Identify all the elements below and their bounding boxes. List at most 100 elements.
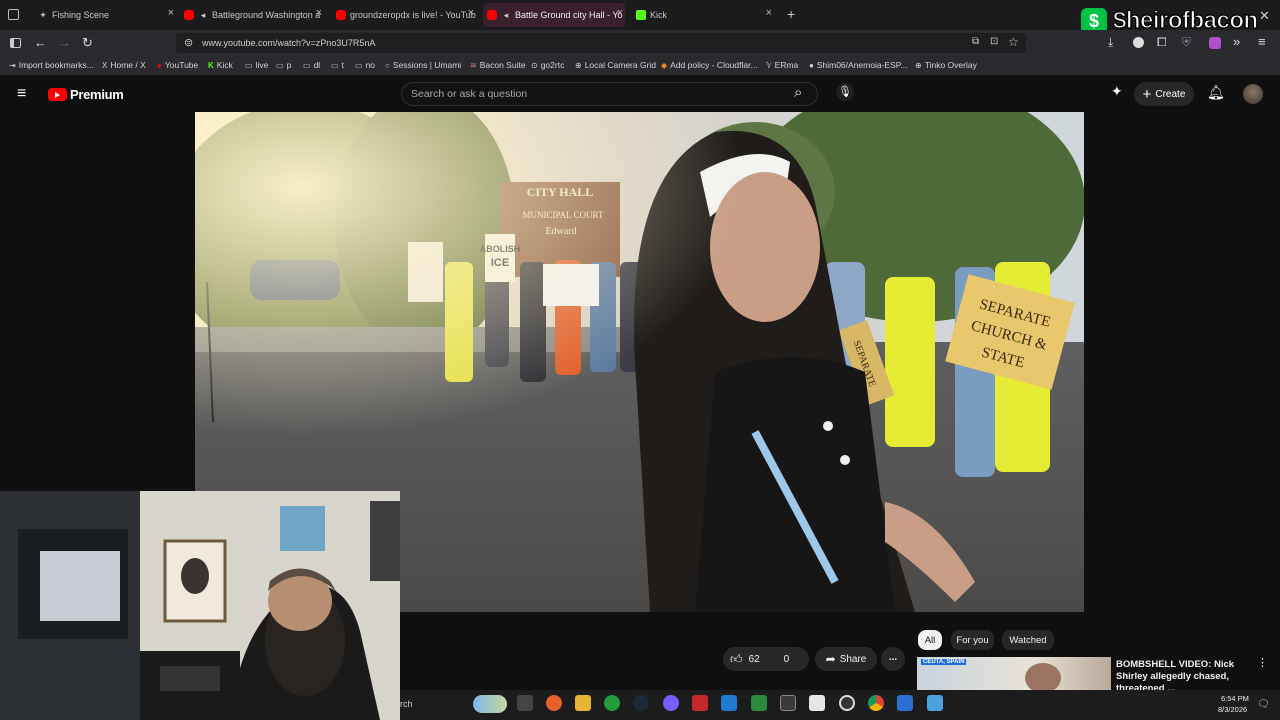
like-count: 62 bbox=[748, 653, 760, 665]
app-badge-icon[interactable] bbox=[897, 695, 913, 711]
obs-badge-icon[interactable] bbox=[692, 695, 708, 711]
share-button[interactable]: ➦ Share bbox=[815, 647, 877, 671]
taskbar-search-text[interactable]: rch bbox=[400, 699, 413, 709]
bookmark-folder-p[interactable]: ▭ p bbox=[276, 60, 291, 70]
profile-icon[interactable] bbox=[1209, 37, 1221, 49]
docs-icon[interactable] bbox=[927, 695, 943, 711]
vscode-icon[interactable] bbox=[721, 695, 737, 711]
share-arrow-icon: ➦ bbox=[825, 652, 836, 666]
search-icon[interactable]: ⌕ bbox=[794, 84, 802, 101]
xbox-icon[interactable] bbox=[604, 695, 620, 711]
close-tab-icon[interactable]: × bbox=[617, 7, 623, 19]
bookmark-cloudflare[interactable]: ◆ Add policy - Cloudflar... bbox=[661, 60, 758, 70]
bookmark-folder-no[interactable]: ▭ no bbox=[355, 60, 375, 70]
tab-overview-icon[interactable] bbox=[8, 9, 19, 20]
search-highlight-icon[interactable] bbox=[473, 695, 507, 713]
chip-watched[interactable]: Watched bbox=[1002, 630, 1054, 650]
chrome-icon[interactable] bbox=[868, 695, 884, 711]
import-icon: ⇥ bbox=[9, 60, 16, 70]
youtube-logo[interactable]: Premium bbox=[48, 87, 124, 102]
tab-battle-ground-city-hall[interactable]: ◂ Battle Ground city Hall - Yo × bbox=[483, 3, 625, 27]
close-tab-icon[interactable]: × bbox=[168, 7, 174, 19]
bookmark-folder-t[interactable]: ▭ t bbox=[331, 60, 344, 70]
search-input[interactable]: Search or ask a question ⌕ bbox=[401, 82, 818, 106]
task-view-icon[interactable] bbox=[517, 695, 533, 711]
notification-center-icon[interactable]: 🗨︎ bbox=[1257, 699, 1270, 710]
ai-sparkle-icon: ✦ bbox=[39, 10, 47, 20]
chip-all[interactable]: All bbox=[918, 630, 942, 650]
bookmark-star-icon[interactable]: ☆ bbox=[1008, 35, 1019, 49]
screenshot-icon[interactable]: ⊡ bbox=[990, 36, 998, 47]
close-tab-icon[interactable]: × bbox=[316, 7, 322, 19]
tab-fishing-scene[interactable]: ✦ Fishing Scene × bbox=[38, 3, 176, 27]
bookmark-umami[interactable]: ○ Sessions | Umami bbox=[385, 60, 461, 70]
bookmark-go2rtc[interactable]: ⊙ go2rtc bbox=[531, 60, 564, 70]
bookmark-home-x[interactable]: X Home / X bbox=[102, 60, 146, 70]
recommendation-thumbnail[interactable]: CEUTA, SPAIN bbox=[917, 657, 1111, 690]
bookmark-folder-live[interactable]: ▭ live bbox=[245, 60, 268, 70]
close-window-icon[interactable]: ✕ bbox=[1259, 8, 1270, 24]
clock-date[interactable]: 8/3/2026 bbox=[1218, 705, 1247, 714]
chip-for-you[interactable]: For you bbox=[951, 630, 994, 650]
premium-label: Premium bbox=[70, 87, 124, 102]
notepad-icon[interactable] bbox=[809, 695, 825, 711]
terminal-icon[interactable] bbox=[780, 695, 796, 711]
extensions-icon[interactable]: ⧠ bbox=[1157, 35, 1167, 50]
browser-menu-icon[interactable]: ≡ bbox=[1258, 34, 1266, 49]
bookmark-camera-grid[interactable]: ⊕ Local Camera Grid bbox=[575, 60, 656, 70]
file-explorer-icon[interactable] bbox=[575, 695, 591, 711]
terminal-green-icon[interactable] bbox=[751, 695, 767, 711]
clock-time[interactable]: 6:54 PM bbox=[1221, 694, 1249, 703]
extension-j-icon[interactable] bbox=[1133, 37, 1144, 48]
youtube-header: ≡ Premium Search or ask a question ⌕ 🎙︎ … bbox=[0, 77, 1280, 111]
x-logo-icon: X bbox=[102, 60, 108, 70]
tab-groundzeropdx[interactable]: groundzeropdx is live! - YouTub × bbox=[336, 3, 476, 27]
youtube-favicon-icon bbox=[184, 10, 194, 20]
bookmark-bacon-suite[interactable]: ≋ Bacon Suite bbox=[470, 60, 526, 70]
site-info-icon[interactable]: ⊜ bbox=[184, 36, 193, 49]
bookmark-folder-dl[interactable]: ▭ dl bbox=[303, 60, 320, 70]
recommendation-menu-icon[interactable]: ⋮ bbox=[1257, 656, 1268, 669]
ai-sparkle-icon[interactable]: ✦ bbox=[1111, 83, 1123, 100]
sidebar-toggle-icon[interactable] bbox=[10, 38, 21, 48]
bookmark-github[interactable]: ● Shim06/Anemoia-ESP... bbox=[809, 60, 907, 70]
youtube-favicon-icon bbox=[336, 10, 346, 20]
close-tab-icon[interactable]: × bbox=[766, 7, 772, 19]
forward-arrow-icon[interactable]: → bbox=[58, 35, 71, 50]
address-bar[interactable]: ⊜ www.youtube.com/watch?v=zPno3U7R5nA ⧉ … bbox=[176, 33, 1026, 53]
more-chevron-icon[interactable]: » bbox=[1233, 34, 1240, 49]
create-label: Create bbox=[1155, 88, 1186, 100]
firefox-icon[interactable] bbox=[546, 695, 562, 711]
steam-icon[interactable] bbox=[633, 695, 649, 711]
bookmark-erma[interactable]: 𝕐 ERma bbox=[766, 60, 798, 70]
bookmark-import[interactable]: ⇥ Import bookmarks... bbox=[9, 60, 94, 70]
bookmark-tinko[interactable]: ⊕ Tinko Overlay bbox=[915, 60, 977, 70]
dislike-count[interactable]: 0 bbox=[784, 654, 790, 665]
notifications-bell-icon[interactable]: 🔔︎ bbox=[1207, 84, 1225, 101]
tab-battleground-washington[interactable]: ◂ Battleground Washington a × bbox=[184, 3, 324, 27]
youtube-favicon-icon: ● bbox=[157, 60, 162, 70]
bookmark-youtube[interactable]: ● YouTube bbox=[157, 60, 198, 70]
bookmark-kick[interactable]: K Kick bbox=[208, 60, 233, 70]
obs-icon[interactable] bbox=[839, 695, 855, 711]
new-tab-button[interactable]: + bbox=[787, 6, 795, 22]
github-icon: ● bbox=[809, 60, 814, 70]
download-icon[interactable]: ⤓ bbox=[1108, 35, 1113, 50]
messenger-icon[interactable] bbox=[663, 695, 679, 711]
more-actions-button[interactable]: ... bbox=[881, 647, 905, 671]
close-tab-icon[interactable]: × bbox=[468, 7, 474, 19]
back-arrow-icon[interactable]: ← bbox=[34, 35, 47, 50]
avatar[interactable] bbox=[1243, 84, 1263, 104]
reload-icon[interactable]: ↻ bbox=[82, 35, 93, 51]
tab-label: groundzeropdx is live! - YouTub bbox=[350, 10, 476, 20]
tab-kick[interactable]: Kick × bbox=[636, 3, 774, 27]
tab-label: Fishing Scene bbox=[52, 10, 110, 20]
erma-icon: 𝕐 bbox=[766, 60, 772, 70]
install-app-icon[interactable]: ⧉ bbox=[972, 36, 979, 47]
mic-icon[interactable]: 🎙︎ bbox=[836, 83, 854, 101]
hamburger-menu-icon[interactable]: ≡ bbox=[17, 85, 26, 103]
tab-label: Kick bbox=[650, 10, 668, 20]
create-button[interactable]: + Create bbox=[1134, 82, 1194, 106]
shield-icon[interactable]: ⛨ bbox=[1182, 35, 1191, 50]
like-button[interactable]: 👍︎ 62 bbox=[723, 652, 760, 667]
